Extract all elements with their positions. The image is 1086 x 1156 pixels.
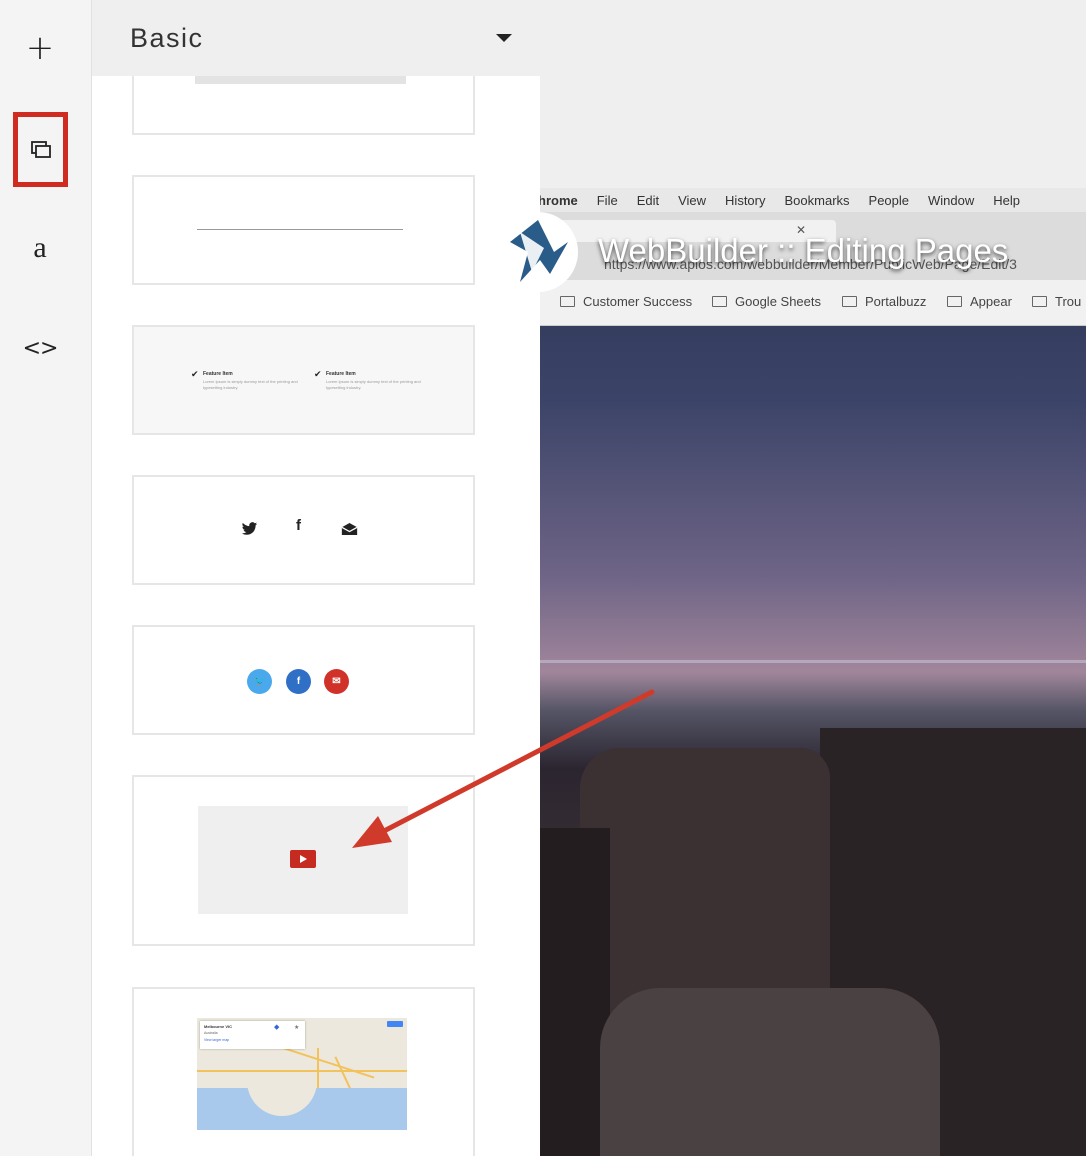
aplos-logo-icon [502,216,574,288]
mac-menubar: hrome File Edit View History Bookmarks P… [540,188,1086,212]
twitter-circle-icon: 🐦 [247,669,272,694]
plus-icon: + [25,28,55,68]
bookmark-item: Trou [1032,294,1081,309]
menu-history: History [725,192,766,208]
block-video[interactable] [132,775,475,946]
code-button[interactable]: <> [14,322,66,374]
feature-desc: Lorem Ipsum is simply dummy text of the … [203,379,298,390]
folder-icon [712,296,727,307]
menu-help: Help [993,192,1021,208]
category-dropdown[interactable]: Basic [92,0,540,76]
feature-desc: Lorem Ipsum is simply dummy text of the … [326,379,421,390]
star-icon: ★ [294,1025,300,1031]
block-social-icons[interactable]: f [132,475,475,585]
bookmark-item: Appear [947,294,1012,309]
horizon-line [540,660,1086,663]
layers-icon [30,140,51,158]
block-social-circles[interactable]: 🐦 f ✉ [132,625,475,735]
video-title: WebBuilder :: Editing Pages [598,232,1009,269]
map-info-link: View larger map [204,1038,230,1042]
menu-people: People [868,192,910,208]
aplos-logo [498,212,578,292]
block-features[interactable]: ✔ Feature Item Lorem Ipsum is simply dum… [132,325,475,435]
text-icon: a [33,231,47,264]
block-map[interactable]: Melbourne VIC Australia View larger map … [132,987,475,1156]
menu-app: hrome [540,192,578,208]
facebook-circle-icon: f [286,669,311,694]
bookmark-item: Customer Success [560,294,692,309]
folder-icon [947,296,962,307]
menu-edit: Edit [636,192,660,208]
divider-line [197,229,403,230]
directions-icon: ◆ [274,1024,280,1031]
folder-icon [842,296,857,307]
video-player[interactable]: hrome File Edit View History Bookmarks P… [540,188,1086,1156]
video-placeholder [198,806,408,914]
bookmarks-bar: Customer Success Google Sheets Portalbuz… [540,280,1086,326]
map-info-sub: Australia [204,1031,218,1035]
code-icon: <> [22,335,59,361]
mail-circle-icon: ✉ [324,669,349,694]
blocks-button[interactable] [13,112,68,187]
menu-file: File [596,192,618,208]
youtube-icon [290,850,316,868]
twitter-icon [241,522,258,535]
map-road [197,1070,407,1072]
panel-title: Basic [130,22,204,53]
map-infobox: Melbourne VIC Australia View larger map … [200,1021,305,1049]
cliff-shape [600,988,940,1156]
map-badge [387,1021,403,1027]
header-tab [195,76,406,84]
block-divider[interactable] [132,175,475,285]
add-element-button[interactable]: + [14,22,66,74]
feature-title: Feature Item [326,371,356,377]
folder-icon [560,296,575,307]
caret-down-icon [496,34,512,42]
bookmark-item: Google Sheets [712,294,821,309]
check-icon: ✔ [191,369,199,379]
feature-title: Feature Item [203,371,233,377]
menu-window: Window [928,192,975,208]
menu-view: View [678,192,707,208]
mail-icon [341,523,358,535]
check-icon: ✔ [314,369,322,379]
blocks-panel: Basic ✔ Feature Item Lorem Ipsum is simp… [92,0,540,1156]
folder-icon [1032,296,1047,307]
map-thumbnail: Melbourne VIC Australia View larger map … [197,1018,407,1130]
menu-bookmarks: Bookmarks [784,192,850,208]
map-info-title: Melbourne VIC [204,1024,233,1029]
text-button[interactable]: a [14,222,66,274]
left-toolbar: + a <> [0,0,92,1156]
facebook-icon: f [296,517,301,534]
bookmark-item: Portalbuzz [842,294,926,309]
